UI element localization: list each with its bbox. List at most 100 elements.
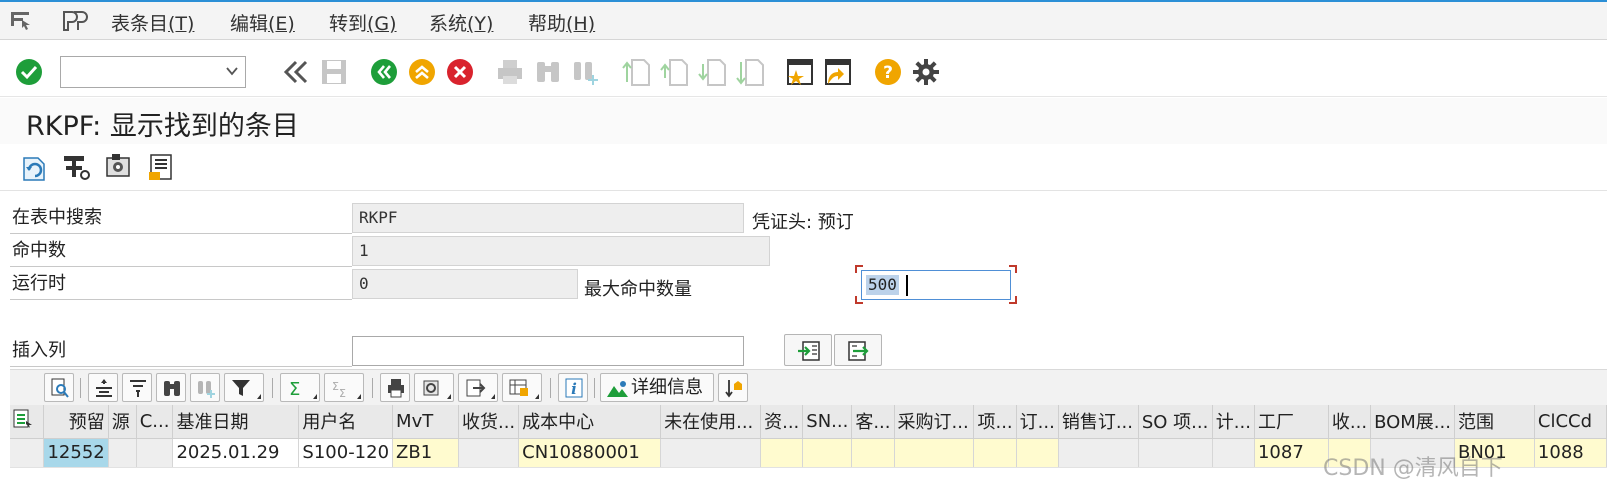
back-green-icon[interactable] bbox=[370, 58, 398, 90]
first-page-icon[interactable] bbox=[622, 58, 650, 90]
exit-up-icon[interactable] bbox=[408, 58, 436, 90]
find-next-button[interactable] bbox=[190, 373, 220, 402]
column-header[interactable]: 计... bbox=[1212, 405, 1255, 439]
back-icon[interactable] bbox=[282, 58, 310, 90]
print-button[interactable] bbox=[380, 373, 410, 402]
enter-icon[interactable] bbox=[15, 58, 43, 90]
sort-download-button[interactable] bbox=[718, 373, 748, 402]
table-cell[interactable] bbox=[108, 438, 137, 468]
table-cell[interactable]: CN10880001 bbox=[518, 438, 662, 468]
layout-button[interactable] bbox=[502, 373, 542, 402]
table-cell[interactable]: 12552 bbox=[43, 438, 109, 468]
print-icon[interactable] bbox=[496, 58, 524, 90]
svg-text:Σ: Σ bbox=[332, 380, 339, 393]
table-cell[interactable]: 2025.01.29 bbox=[172, 438, 300, 468]
subtotal-button[interactable]: ΣΣ bbox=[324, 373, 364, 402]
toolbar-separator bbox=[80, 378, 81, 398]
settings-icon[interactable] bbox=[912, 58, 940, 90]
menu-edit[interactable]: 编辑(E) bbox=[230, 9, 295, 36]
prev-page-icon[interactable] bbox=[660, 58, 688, 90]
menu-system[interactable]: 系统(Y) bbox=[429, 9, 493, 36]
insert-column-button[interactable] bbox=[784, 334, 832, 366]
column-header[interactable]: SO 项... bbox=[1138, 405, 1213, 439]
column-header[interactable]: 预留 bbox=[43, 405, 109, 439]
table-cell[interactable] bbox=[1138, 438, 1213, 468]
table-cell[interactable] bbox=[851, 438, 895, 468]
shortcut-icon[interactable] bbox=[824, 58, 852, 90]
help-icon[interactable]: ? bbox=[874, 58, 902, 90]
table-cell[interactable] bbox=[1212, 438, 1255, 468]
table-cell[interactable] bbox=[458, 438, 520, 468]
settings-list-icon[interactable] bbox=[104, 152, 134, 186]
select-all-icon[interactable] bbox=[10, 405, 45, 439]
column-header[interactable]: 基准日期 bbox=[172, 405, 300, 439]
sap-logo-icon[interactable] bbox=[62, 10, 88, 36]
table-cell[interactable]: 1088 bbox=[1534, 438, 1607, 468]
column-header[interactable]: 工厂 bbox=[1254, 405, 1329, 439]
command-field[interactable] bbox=[60, 56, 246, 88]
column-header[interactable]: 未在使用... bbox=[660, 405, 762, 439]
cancel-icon[interactable] bbox=[446, 58, 474, 90]
column-header[interactable]: C... bbox=[136, 405, 174, 439]
sort-descending-button[interactable] bbox=[122, 373, 152, 402]
column-header[interactable]: 项... bbox=[973, 405, 1017, 439]
find-next-icon[interactable] bbox=[572, 58, 600, 90]
table-cell[interactable] bbox=[802, 438, 853, 468]
save-icon[interactable] bbox=[320, 58, 348, 90]
new-session-icon[interactable] bbox=[786, 58, 814, 90]
table-cell[interactable]: S100-120 bbox=[298, 438, 394, 468]
table-cell[interactable] bbox=[973, 438, 1017, 468]
table-cell[interactable]: 1087 bbox=[1254, 438, 1329, 468]
column-header[interactable]: 销售订... bbox=[1058, 405, 1139, 439]
table-cell[interactable] bbox=[894, 438, 975, 468]
view-button[interactable] bbox=[414, 373, 454, 402]
column-header[interactable]: 成本中心 bbox=[518, 405, 662, 439]
table-cell[interactable] bbox=[1058, 438, 1139, 468]
column-header[interactable]: 源 bbox=[108, 405, 137, 439]
refresh-icon[interactable] bbox=[20, 152, 48, 186]
column-header[interactable]: 用户名 bbox=[298, 405, 394, 439]
filter-button[interactable] bbox=[224, 373, 264, 402]
column-header[interactable]: SN... bbox=[802, 405, 853, 439]
table-description: 凭证头: 预订 bbox=[752, 212, 854, 233]
table-cell[interactable] bbox=[660, 438, 762, 468]
toolbar-separator bbox=[594, 378, 595, 398]
total-button[interactable]: Σ bbox=[280, 373, 320, 402]
insert-column-all-button[interactable] bbox=[834, 334, 882, 366]
column-header[interactable]: 范围 bbox=[1454, 405, 1535, 439]
menu-goto[interactable]: 转到(G) bbox=[329, 9, 397, 36]
column-header[interactable]: MvT bbox=[392, 405, 459, 439]
export-button[interactable] bbox=[458, 373, 498, 402]
info-button[interactable]: i bbox=[558, 373, 588, 402]
column-header[interactable]: BOM展... bbox=[1370, 405, 1455, 439]
row-selector[interactable] bbox=[10, 438, 45, 468]
runtime-label: 运行时 bbox=[10, 269, 352, 300]
menu-help[interactable]: 帮助(H) bbox=[528, 9, 595, 36]
find-button[interactable] bbox=[156, 373, 186, 402]
table-cell[interactable]: ZB1 bbox=[392, 438, 459, 468]
chevron-down-icon[interactable] bbox=[225, 63, 239, 82]
details-button[interactable]: 详细信息 bbox=[600, 373, 714, 402]
menu-icon[interactable] bbox=[10, 10, 32, 34]
table-cell[interactable] bbox=[1016, 438, 1059, 468]
detail-view-button[interactable] bbox=[44, 373, 74, 402]
column-header[interactable]: 订... bbox=[1016, 405, 1059, 439]
column-header[interactable]: 收... bbox=[1328, 405, 1372, 439]
table-cell[interactable] bbox=[136, 438, 174, 468]
table-cell[interactable] bbox=[760, 438, 804, 468]
next-page-icon[interactable] bbox=[698, 58, 726, 90]
command-input[interactable] bbox=[65, 58, 215, 86]
select-fields-icon[interactable] bbox=[62, 152, 92, 186]
column-header[interactable]: 收货... bbox=[458, 405, 520, 439]
export-list-icon[interactable] bbox=[146, 152, 176, 186]
column-header[interactable]: ClCCd bbox=[1534, 405, 1607, 439]
find-icon[interactable] bbox=[534, 58, 562, 90]
sort-ascending-button[interactable] bbox=[88, 373, 118, 402]
max-hits-input[interactable]: 500 bbox=[861, 270, 1011, 300]
insert-column-input[interactable] bbox=[352, 336, 744, 366]
column-header[interactable]: 客... bbox=[851, 405, 895, 439]
menu-table-entry[interactable]: 表条目(T) bbox=[111, 9, 194, 36]
column-header[interactable]: 采购订... bbox=[894, 405, 975, 439]
column-header[interactable]: 资... bbox=[760, 405, 804, 439]
last-page-icon[interactable] bbox=[736, 58, 764, 90]
